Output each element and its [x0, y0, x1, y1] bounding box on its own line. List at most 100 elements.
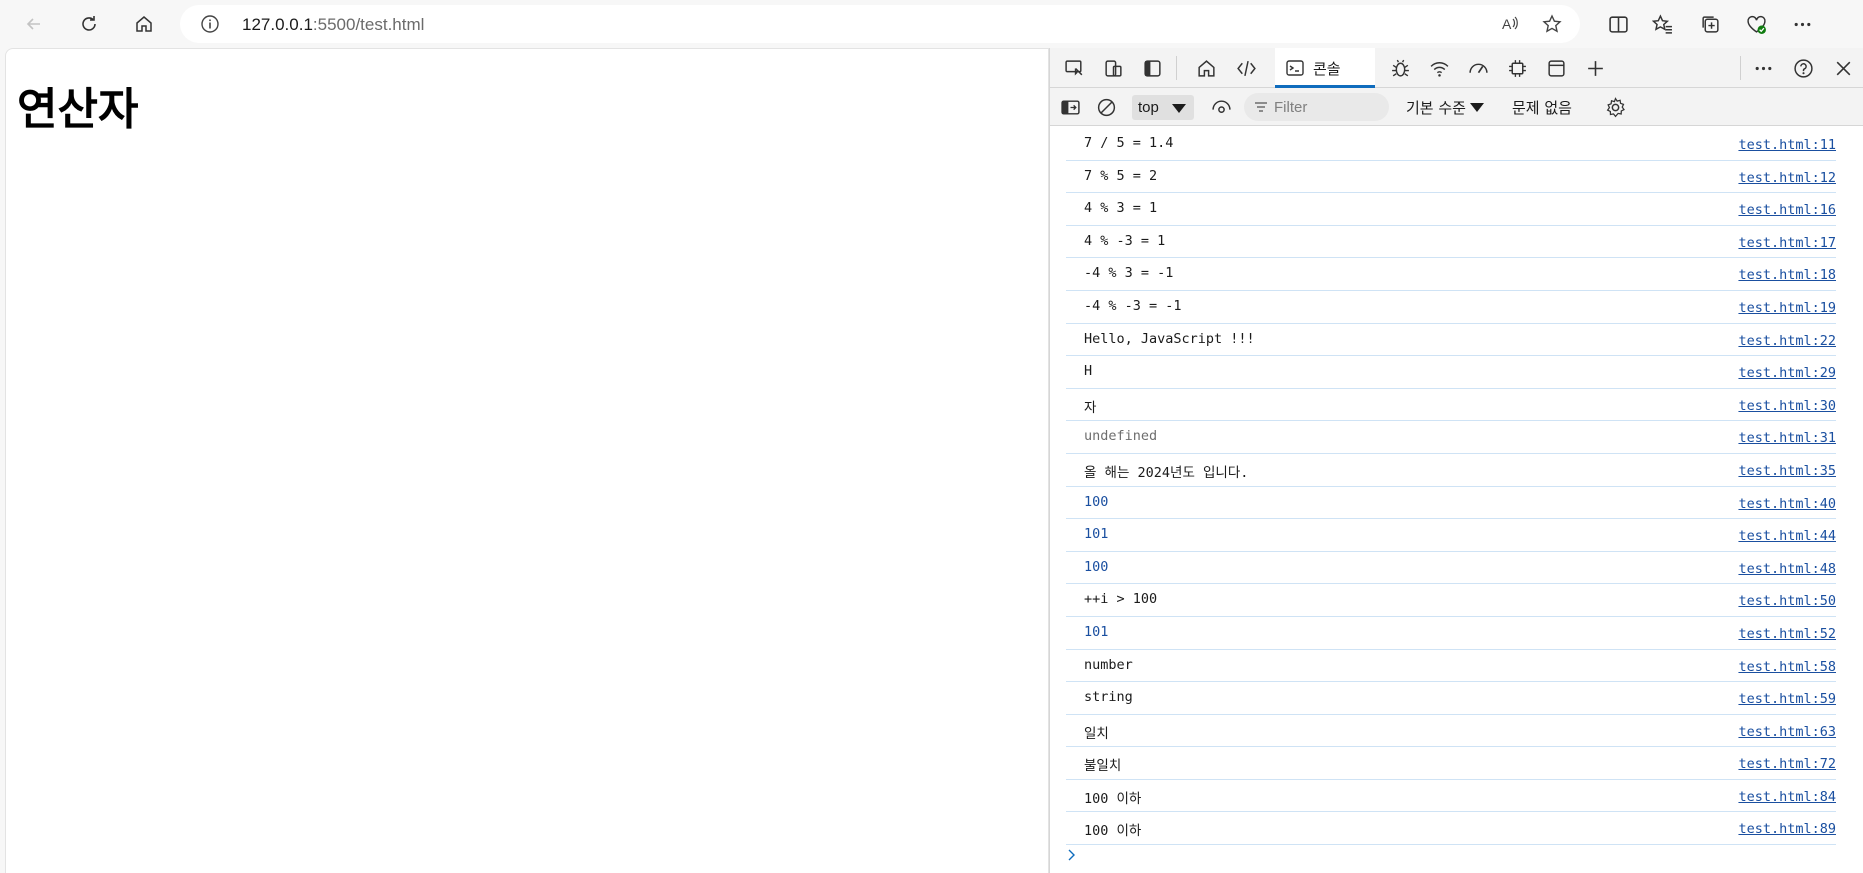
context-select-value: top [1138, 99, 1159, 116]
device-emulation-icon[interactable] [1101, 56, 1125, 80]
console-message-text: 올 해는 2024년도 입니다. [1084, 464, 1249, 481]
console-source-link[interactable]: test.html:50 [1738, 593, 1836, 609]
console-message-text: 101 [1084, 623, 1109, 640]
issues-button[interactable]: 문제 없음 [1512, 97, 1572, 118]
console-message-row: 불일치 test.html:72 [1066, 747, 1836, 780]
elements-code-icon[interactable] [1234, 56, 1258, 80]
console-message-row: 101 test.html:52 [1066, 617, 1836, 650]
console-source-link[interactable]: test.html:16 [1738, 202, 1836, 218]
console-source-link[interactable]: test.html:44 [1738, 528, 1836, 544]
devtools-more-icon[interactable] [1751, 56, 1775, 80]
tab-console-label: 콘솔 [1313, 60, 1341, 78]
console-source-link[interactable]: test.html:72 [1738, 756, 1836, 772]
console-message-row: ++i > 100 test.html:50 [1066, 584, 1836, 617]
console-message-text: -4 % -3 = -1 [1084, 297, 1182, 314]
application-window-icon[interactable] [1544, 56, 1568, 80]
console-message-row: Htest.html:29 [1066, 356, 1836, 389]
site-info-icon[interactable] [200, 14, 220, 34]
inspect-element-icon[interactable] [1062, 56, 1086, 80]
log-levels-dropdown[interactable]: 기본 수준 [1406, 97, 1484, 118]
network-wifi-icon[interactable] [1427, 56, 1451, 80]
welcome-home-icon[interactable] [1194, 56, 1218, 80]
home-icon[interactable] [128, 8, 160, 40]
console-source-link[interactable]: test.html:89 [1738, 821, 1836, 837]
console-source-link[interactable]: test.html:22 [1738, 333, 1836, 349]
log-levels-label: 기본 수준 [1406, 99, 1466, 117]
browser-essentials-icon[interactable] [1740, 8, 1772, 40]
favorites-icon[interactable] [1646, 8, 1678, 40]
filter-input[interactable] [1274, 96, 1382, 118]
console-message-text: 불일치 [1084, 758, 1122, 775]
console-message-text: string [1084, 689, 1133, 706]
console-source-link[interactable]: test.html:63 [1738, 724, 1836, 740]
add-tool-plus-icon[interactable] [1583, 56, 1607, 80]
clear-console-icon[interactable] [1094, 95, 1118, 119]
devtools-panel: 콘솔 top Filter 기본 수준 문제 없음 7 / 5 = 1.4 te… [1049, 48, 1863, 873]
console-source-link[interactable]: test.html:11 [1738, 137, 1836, 153]
console-prompt-chevron-icon[interactable] [1062, 845, 1082, 865]
sidebar-toggle-icon[interactable] [1058, 95, 1082, 119]
svg-text:A: A [1502, 16, 1512, 32]
console-settings-gear-icon[interactable] [1603, 95, 1627, 119]
console-message-row: number test.html:58 [1066, 650, 1836, 683]
console-message-text: Hello, JavaScript !!! [1084, 330, 1255, 347]
page-heading: 연산자 [17, 84, 139, 135]
address-bar[interactable]: 127.0.0.1:5500/test.html A [180, 5, 1580, 43]
close-devtools-icon[interactable] [1831, 56, 1855, 80]
chevron-down-icon [1469, 103, 1484, 112]
context-select[interactable]: top [1132, 95, 1194, 120]
console-message-row: 101 test.html:44 [1066, 519, 1836, 552]
console-source-link[interactable]: test.html:35 [1738, 463, 1836, 479]
console-message-row: 100 이하 test.html:84 [1066, 780, 1836, 813]
console-message-row: 자 test.html:30 [1066, 389, 1836, 422]
filter-field[interactable] [1244, 93, 1389, 121]
console-message-text: 100 이하 [1084, 790, 1142, 807]
console-source-link[interactable]: test.html:31 [1738, 430, 1836, 446]
devtools-tabbar: 콘솔 [1050, 48, 1863, 88]
console-source-link[interactable]: test.html:17 [1738, 235, 1836, 251]
favorite-star-icon[interactable] [1542, 14, 1562, 34]
console-source-link[interactable]: test.html:18 [1738, 267, 1836, 283]
console-message-text: 100 이하 [1084, 823, 1142, 840]
page-viewport: 연산자 [5, 48, 1049, 873]
console-source-link[interactable]: test.html:59 [1738, 691, 1836, 707]
back-icon[interactable] [18, 8, 50, 40]
console-source-link[interactable]: test.html:40 [1738, 496, 1836, 512]
console-toolbar: top 기본 수준 문제 없음 [1050, 88, 1863, 126]
dock-side-icon[interactable] [1140, 56, 1164, 80]
console-message-row: Hello, JavaScript !!! test.html:22 [1066, 324, 1836, 357]
read-aloud-icon[interactable]: A [1500, 14, 1520, 34]
console-message-row: 7 % 5 = 2 test.html:12 [1066, 161, 1836, 194]
console-message-text: 101 [1084, 526, 1109, 543]
collections-icon[interactable] [1694, 8, 1726, 40]
console-source-link[interactable]: test.html:12 [1738, 170, 1836, 186]
tab-console[interactable]: 콘솔 [1275, 48, 1375, 88]
console-message-row: undefined test.html:31 [1066, 421, 1836, 454]
split-screen-icon[interactable] [1602, 8, 1634, 40]
console-message-text: 7 / 5 = 1.4 [1084, 135, 1174, 151]
console-source-link[interactable]: test.html:52 [1738, 626, 1836, 642]
help-icon[interactable] [1791, 56, 1815, 80]
sources-bug-icon[interactable] [1388, 56, 1412, 80]
performance-gauge-icon[interactable] [1466, 56, 1490, 80]
live-expression-eye-icon[interactable] [1209, 95, 1233, 119]
console-source-link[interactable]: test.html:19 [1738, 300, 1836, 316]
console-message-row: 4 % -3 = 1 test.html:17 [1066, 226, 1836, 259]
console-message-row: 일치 test.html:63 [1066, 715, 1836, 748]
console-source-link[interactable]: test.html:84 [1738, 789, 1836, 805]
console-message-text: 100 [1084, 558, 1109, 575]
console-source-link[interactable]: test.html:29 [1738, 365, 1836, 381]
console-source-link[interactable]: test.html:58 [1738, 659, 1836, 675]
console-message-text: 100 [1084, 493, 1109, 510]
console-message-text: 4 % -3 = 1 [1084, 232, 1166, 249]
memory-chip-icon[interactable] [1505, 56, 1529, 80]
refresh-icon[interactable] [73, 8, 105, 40]
console-messages: 7 / 5 = 1.4 test.html:11 7 % 5 = 2 test.htm… [1050, 128, 1863, 846]
url-text: 127.0.0.1:5500/test.html [242, 15, 425, 34]
console-message-row: 4 % 3 = 1 test.html:16 [1066, 193, 1836, 226]
console-source-link[interactable]: test.html:48 [1738, 561, 1836, 577]
console-source-link[interactable]: test.html:30 [1738, 398, 1836, 414]
console-message-text: 일치 [1084, 725, 1109, 742]
more-icon[interactable] [1786, 8, 1818, 40]
console-message-text: undefined [1084, 428, 1158, 445]
